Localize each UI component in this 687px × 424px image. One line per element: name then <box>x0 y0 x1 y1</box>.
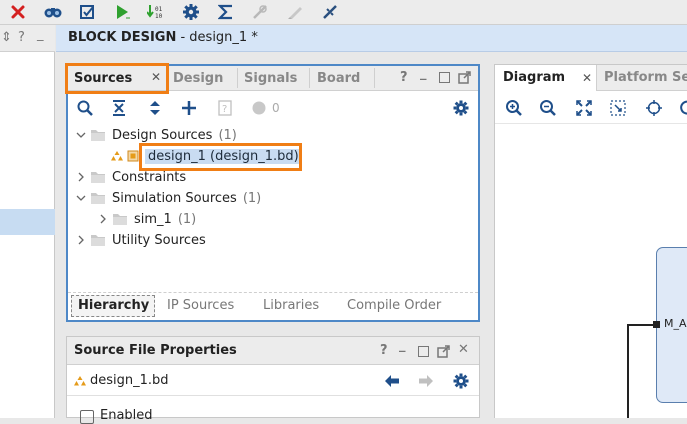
folder-icon <box>91 130 105 141</box>
folder-icon <box>91 193 105 204</box>
enabled-label: Enabled <box>100 408 153 423</box>
chevron-right-icon[interactable] <box>98 214 108 224</box>
help-icon[interactable]: ? <box>400 70 408 85</box>
tab-platform-setup[interactable]: Platform Setup <box>604 70 687 85</box>
diagram-wire <box>627 324 629 418</box>
back-arrow-icon[interactable] <box>384 374 400 388</box>
tree-item-label: Simulation Sources <box>112 190 237 206</box>
sigma-icon[interactable] <box>215 2 237 22</box>
svg-text:10: 10 <box>155 13 163 20</box>
tab-divider <box>374 68 375 88</box>
run-icon[interactable] <box>111 2 133 22</box>
left-sidebar-header: ⇕ ? _ <box>0 25 55 52</box>
svg-text:01: 01 <box>155 6 163 13</box>
gear-icon[interactable] <box>452 99 470 117</box>
tab-design[interactable]: Design <box>173 66 223 91</box>
forward-arrow-icon <box>419 375 433 387</box>
tab-libraries[interactable]: Libraries <box>263 298 319 313</box>
tree-item-sim-1[interactable]: sim_1 (1) <box>98 209 196 229</box>
tree-item-utility-sources[interactable]: Utility Sources <box>76 230 206 250</box>
collapse-all-icon[interactable] <box>110 99 128 117</box>
maximize-icon[interactable] <box>418 346 429 357</box>
folder-icon <box>91 172 105 183</box>
highlight-sources-tab <box>65 63 169 94</box>
tree-item-design-sources[interactable]: Design Sources (1) <box>76 125 237 145</box>
minimize-icon[interactable]: _ <box>399 338 406 353</box>
tree-item-label: Constraints <box>112 169 187 185</box>
refresh-icon[interactable] <box>678 99 687 117</box>
block-design-title: BLOCK DESIGN - design_1 * <box>68 30 258 45</box>
sources-toolbar: ? 0 <box>68 92 478 124</box>
tree-item-label: Design Sources <box>112 127 213 143</box>
tab-ip-sources[interactable]: IP Sources <box>167 298 234 313</box>
disabled-tool-icon <box>249 2 271 22</box>
tab-divider <box>309 68 310 88</box>
folder-icon <box>91 235 105 246</box>
main-toolbar: 01 10 <box>0 0 687 25</box>
diagram-port-label: M_A <box>664 317 687 330</box>
tab-divider <box>237 68 238 88</box>
maximize-icon[interactable] <box>439 72 450 83</box>
source-file-properties-header: Source File Properties ? _ ✕ <box>67 337 479 365</box>
tree-item-simulation-sources[interactable]: Simulation Sources (1) <box>76 188 261 208</box>
properties-file-name: design_1.bd <box>90 373 169 388</box>
tab-compile-order[interactable]: Compile Order <box>347 298 441 313</box>
zoom-fit-icon[interactable] <box>575 99 593 117</box>
block-design-icon <box>74 376 86 386</box>
tab-board[interactable]: Board <box>317 66 360 91</box>
disconnect-icon[interactable] <box>319 2 341 22</box>
status-count: 0 <box>272 101 280 115</box>
help-icon[interactable]: ? <box>18 30 25 45</box>
close-tab-icon[interactable]: ✕ <box>582 71 592 85</box>
zoom-in-icon[interactable] <box>505 99 523 117</box>
diagram-toolbar <box>495 92 687 124</box>
minimize-icon[interactable]: _ <box>37 27 44 42</box>
folder-icon <box>113 214 127 225</box>
run-step-icon[interactable]: 01 10 <box>145 2 167 22</box>
panel-title: Source File Properties <box>74 343 237 358</box>
svg-text:?: ? <box>222 104 227 115</box>
chevron-right-icon[interactable] <box>76 172 86 182</box>
diagram-port[interactable] <box>653 321 660 328</box>
block-square-icon <box>127 150 139 162</box>
tree-item-label: sim_1 <box>134 211 172 227</box>
gear-icon[interactable] <box>452 372 470 390</box>
float-icon[interactable] <box>458 71 471 84</box>
binoculars-icon[interactable] <box>42 2 64 22</box>
gear-icon[interactable] <box>180 2 202 22</box>
tree-item-label: Utility Sources <box>112 232 206 248</box>
tree-item-count: (1) <box>177 211 197 227</box>
left-sidebar-selected-row[interactable] <box>0 209 55 235</box>
tree-item-count: (1) <box>242 190 262 206</box>
checkbox-icon[interactable] <box>76 2 98 22</box>
enabled-checkbox[interactable] <box>80 410 94 424</box>
source-file-properties-toolbar: design_1.bd <box>67 366 479 396</box>
crosshair-icon[interactable] <box>645 99 663 117</box>
collapse-icon[interactable]: ⇕ <box>1 30 12 45</box>
chevron-down-icon[interactable] <box>76 193 86 203</box>
tree-item-count: (1) <box>218 127 237 143</box>
help-icon[interactable]: ? <box>380 343 388 358</box>
close-icon[interactable] <box>7 2 29 22</box>
minimize-icon[interactable]: _ <box>420 66 427 81</box>
disabled-edit-icon <box>284 2 306 22</box>
expand-all-icon[interactable] <box>146 99 164 117</box>
status-dot-icon <box>251 100 267 116</box>
close-icon[interactable]: ✕ <box>458 342 469 357</box>
highlight-design-file <box>139 143 302 171</box>
tab-hierarchy[interactable]: Hierarchy <box>78 298 149 313</box>
float-icon[interactable] <box>437 345 450 358</box>
block-design-icon <box>111 151 123 161</box>
chevron-right-icon[interactable] <box>76 235 86 245</box>
tab-signals[interactable]: Signals <box>244 66 297 91</box>
zoom-area-icon[interactable] <box>609 99 627 117</box>
zoom-out-icon[interactable] <box>539 99 557 117</box>
tab-diagram[interactable]: Diagram <box>503 70 565 85</box>
disabled-properties-icon: ? <box>216 99 234 117</box>
add-icon[interactable] <box>180 99 198 117</box>
diagram-tabbar: Diagram ✕ Platform Setup <box>495 65 687 91</box>
search-icon[interactable] <box>76 99 94 117</box>
chevron-down-icon[interactable] <box>76 130 86 140</box>
